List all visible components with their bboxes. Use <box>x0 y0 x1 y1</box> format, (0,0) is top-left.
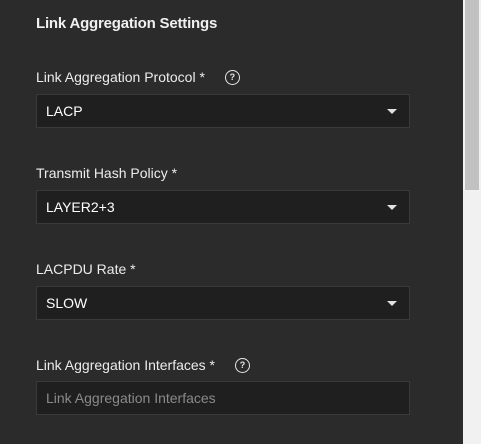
chevron-down-icon <box>387 108 397 114</box>
section-title: Link Aggregation Settings <box>36 15 218 32</box>
lacpdu-rate-select-value: SLOW <box>46 295 88 311</box>
interfaces-select[interactable]: Link Aggregation Interfaces <box>36 381 410 415</box>
interfaces-label-row: Link Aggregation Interfaces * ? <box>36 357 251 373</box>
lacpdu-rate-select[interactable]: SLOW <box>36 286 410 320</box>
interfaces-placeholder: Link Aggregation Interfaces <box>46 390 216 406</box>
chevron-down-icon <box>387 300 397 306</box>
hash-policy-select[interactable]: LAYER2+3 <box>36 190 410 224</box>
help-circle-icon[interactable]: ? <box>235 357 251 373</box>
interfaces-label: Link Aggregation Interfaces * <box>36 357 216 373</box>
lacpdu-rate-label-row: LACPDU Rate * <box>36 261 136 277</box>
scrollbar-thumb[interactable] <box>465 0 479 190</box>
hash-policy-select-value: LAYER2+3 <box>46 199 115 215</box>
protocol-select[interactable]: LACP <box>36 94 410 128</box>
protocol-label: Link Aggregation Protocol * <box>36 69 205 85</box>
chevron-down-icon <box>387 204 397 210</box>
help-circle-icon[interactable]: ? <box>224 69 240 85</box>
link-aggregation-panel: Link Aggregation Settings Link Aggregati… <box>0 0 463 444</box>
hash-policy-label-row: Transmit Hash Policy * <box>36 165 177 181</box>
protocol-label-row: Link Aggregation Protocol * ? <box>36 69 240 85</box>
protocol-select-value: LACP <box>46 103 83 119</box>
hash-policy-label: Transmit Hash Policy * <box>36 165 178 181</box>
lacpdu-rate-label: LACPDU Rate * <box>36 261 136 277</box>
